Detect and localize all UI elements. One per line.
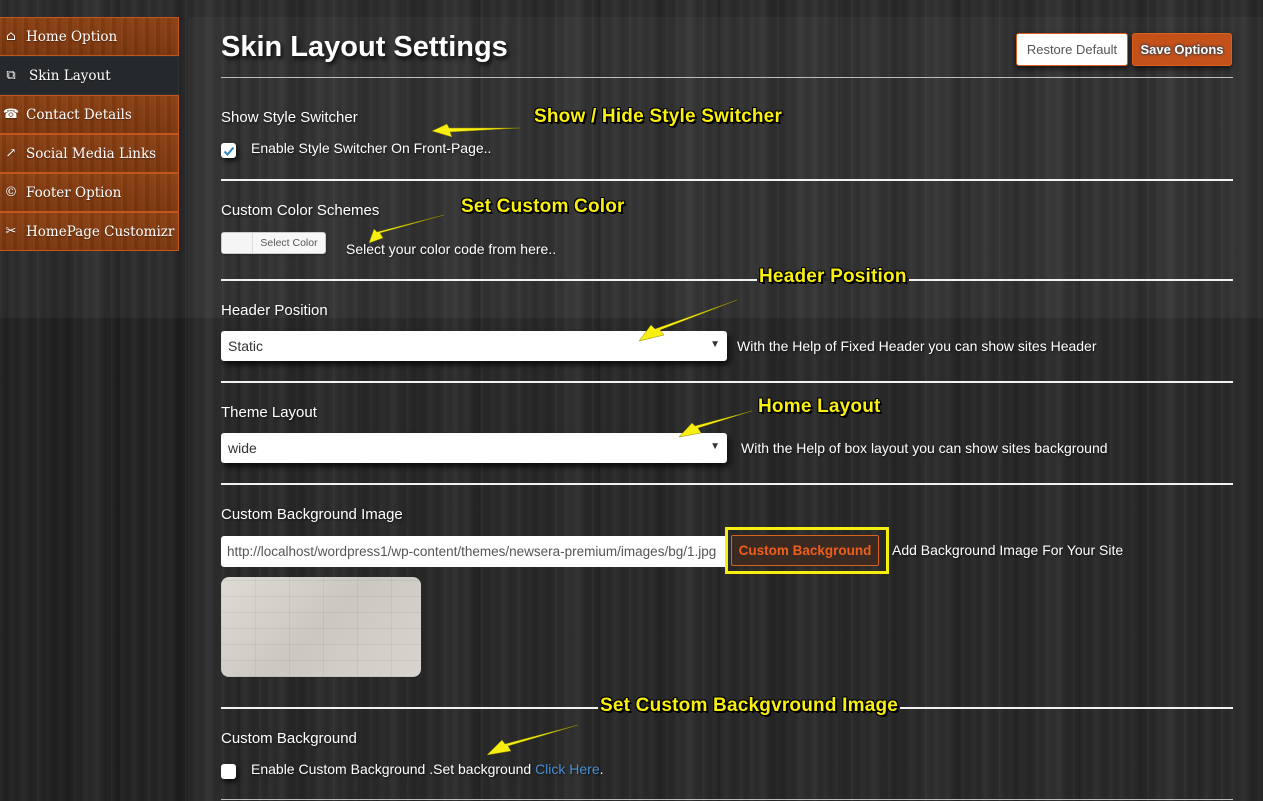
- header-position-description: With the Help of Fixed Header you can sh…: [737, 338, 1097, 354]
- divider: [221, 799, 1233, 800]
- dropdown-caret-icon: ▼: [710, 441, 720, 452]
- page-title: Skin Layout Settings: [221, 31, 508, 63]
- copyright-icon: ©: [4, 185, 18, 200]
- divider: [221, 483, 1233, 485]
- arrow-icon: [431, 123, 521, 138]
- theme-layout-description: With the Help of box layout you can show…: [741, 440, 1108, 456]
- background-image-url-input[interactable]: http://localhost/wordpress1/wp-content/t…: [221, 536, 725, 567]
- phone-icon: ☎: [2, 107, 20, 122]
- main-panel: [188, 17, 1263, 801]
- sidebar: ⌂ Home Option ⧉ Skin Layout ☎ Contact De…: [0, 17, 179, 251]
- theme-layout-value: wide: [228, 440, 257, 456]
- background-image-label: Custom Background Image: [221, 506, 403, 523]
- header-position-label: Header Position: [221, 302, 328, 319]
- checkmark-icon: [223, 146, 234, 156]
- style-switcher-checkbox[interactable]: [221, 143, 236, 158]
- sidebar-item-label: HomePage Customizr: [26, 223, 175, 240]
- scissors-icon: ✂: [5, 224, 17, 239]
- style-switcher-label: Show Style Switcher: [221, 109, 358, 126]
- annotation-style-switcher: Show / Hide Style Switcher: [534, 106, 783, 127]
- save-options-button[interactable]: Save Options: [1132, 33, 1232, 66]
- arrow-icon: [368, 214, 445, 244]
- dropdown-caret-icon: ▼: [710, 339, 720, 350]
- custom-background-label: Custom Background: [221, 730, 357, 747]
- sidebar-item-social-media-links[interactable]: ↗ Social Media Links: [0, 134, 179, 173]
- annotation-custom-color: Set Custom Color: [461, 196, 625, 217]
- share-icon: ↗: [5, 146, 17, 161]
- select-color-button[interactable]: Select Color: [221, 232, 326, 254]
- sidebar-item-home-option[interactable]: ⌂ Home Option: [0, 17, 179, 56]
- custom-background-text: Enable Custom Background .Set background: [251, 761, 536, 777]
- custom-background-checkbox-label: Enable Custom Background .Set background…: [251, 761, 604, 777]
- home-icon: ⌂: [6, 29, 16, 44]
- theme-layout-select[interactable]: wide ▼: [221, 433, 727, 463]
- custom-background-button[interactable]: Custom Background: [731, 535, 879, 566]
- sidebar-item-label: Footer Option: [26, 184, 122, 201]
- background-image-description: Add Background Image For Your Site: [892, 542, 1124, 558]
- divider: [221, 77, 1233, 78]
- custom-background-suffix: .: [599, 761, 604, 777]
- sidebar-item-homepage-customizr[interactable]: ✂ HomePage Customizr: [0, 212, 179, 251]
- color-scheme-label: Custom Color Schemes: [221, 202, 380, 219]
- sidebar-item-contact-details[interactable]: ☎ Contact Details: [0, 95, 179, 134]
- annotation-background-image: Set Custom Backgvround Image: [598, 695, 901, 717]
- divider: [221, 179, 1233, 181]
- annotation-home-layout: Home Layout: [758, 396, 881, 417]
- annotation-header-position: Header Position: [757, 266, 909, 288]
- color-scheme-description: Select your color code from here..: [346, 241, 557, 257]
- layout-icon: ⧉: [6, 68, 16, 83]
- divider: [221, 279, 1233, 281]
- restore-default-button[interactable]: Restore Default: [1016, 33, 1128, 66]
- sidebar-item-label: Social Media Links: [26, 145, 157, 162]
- custom-background-checkbox[interactable]: [221, 764, 236, 779]
- sidebar-item-label: Skin Layout: [29, 67, 111, 84]
- divider: [221, 381, 1233, 383]
- arrow-icon: [486, 724, 579, 756]
- sidebar-item-skin-layout[interactable]: ⧉ Skin Layout: [0, 56, 179, 95]
- style-switcher-checkbox-label: Enable Style Switcher On Front-Page..: [251, 140, 492, 156]
- color-swatch: [222, 233, 253, 253]
- sidebar-item-label: Contact Details: [26, 106, 132, 123]
- sidebar-item-label: Home Option: [26, 28, 118, 45]
- header-position-value: Static: [228, 338, 264, 354]
- background-image-preview: [221, 577, 421, 677]
- sidebar-item-footer-option[interactable]: © Footer Option: [0, 173, 179, 212]
- header-position-select[interactable]: Static ▼: [221, 331, 727, 361]
- click-here-link[interactable]: Click Here: [535, 761, 600, 777]
- select-color-label: Select Color: [260, 237, 318, 249]
- theme-layout-label: Theme Layout: [221, 404, 317, 421]
